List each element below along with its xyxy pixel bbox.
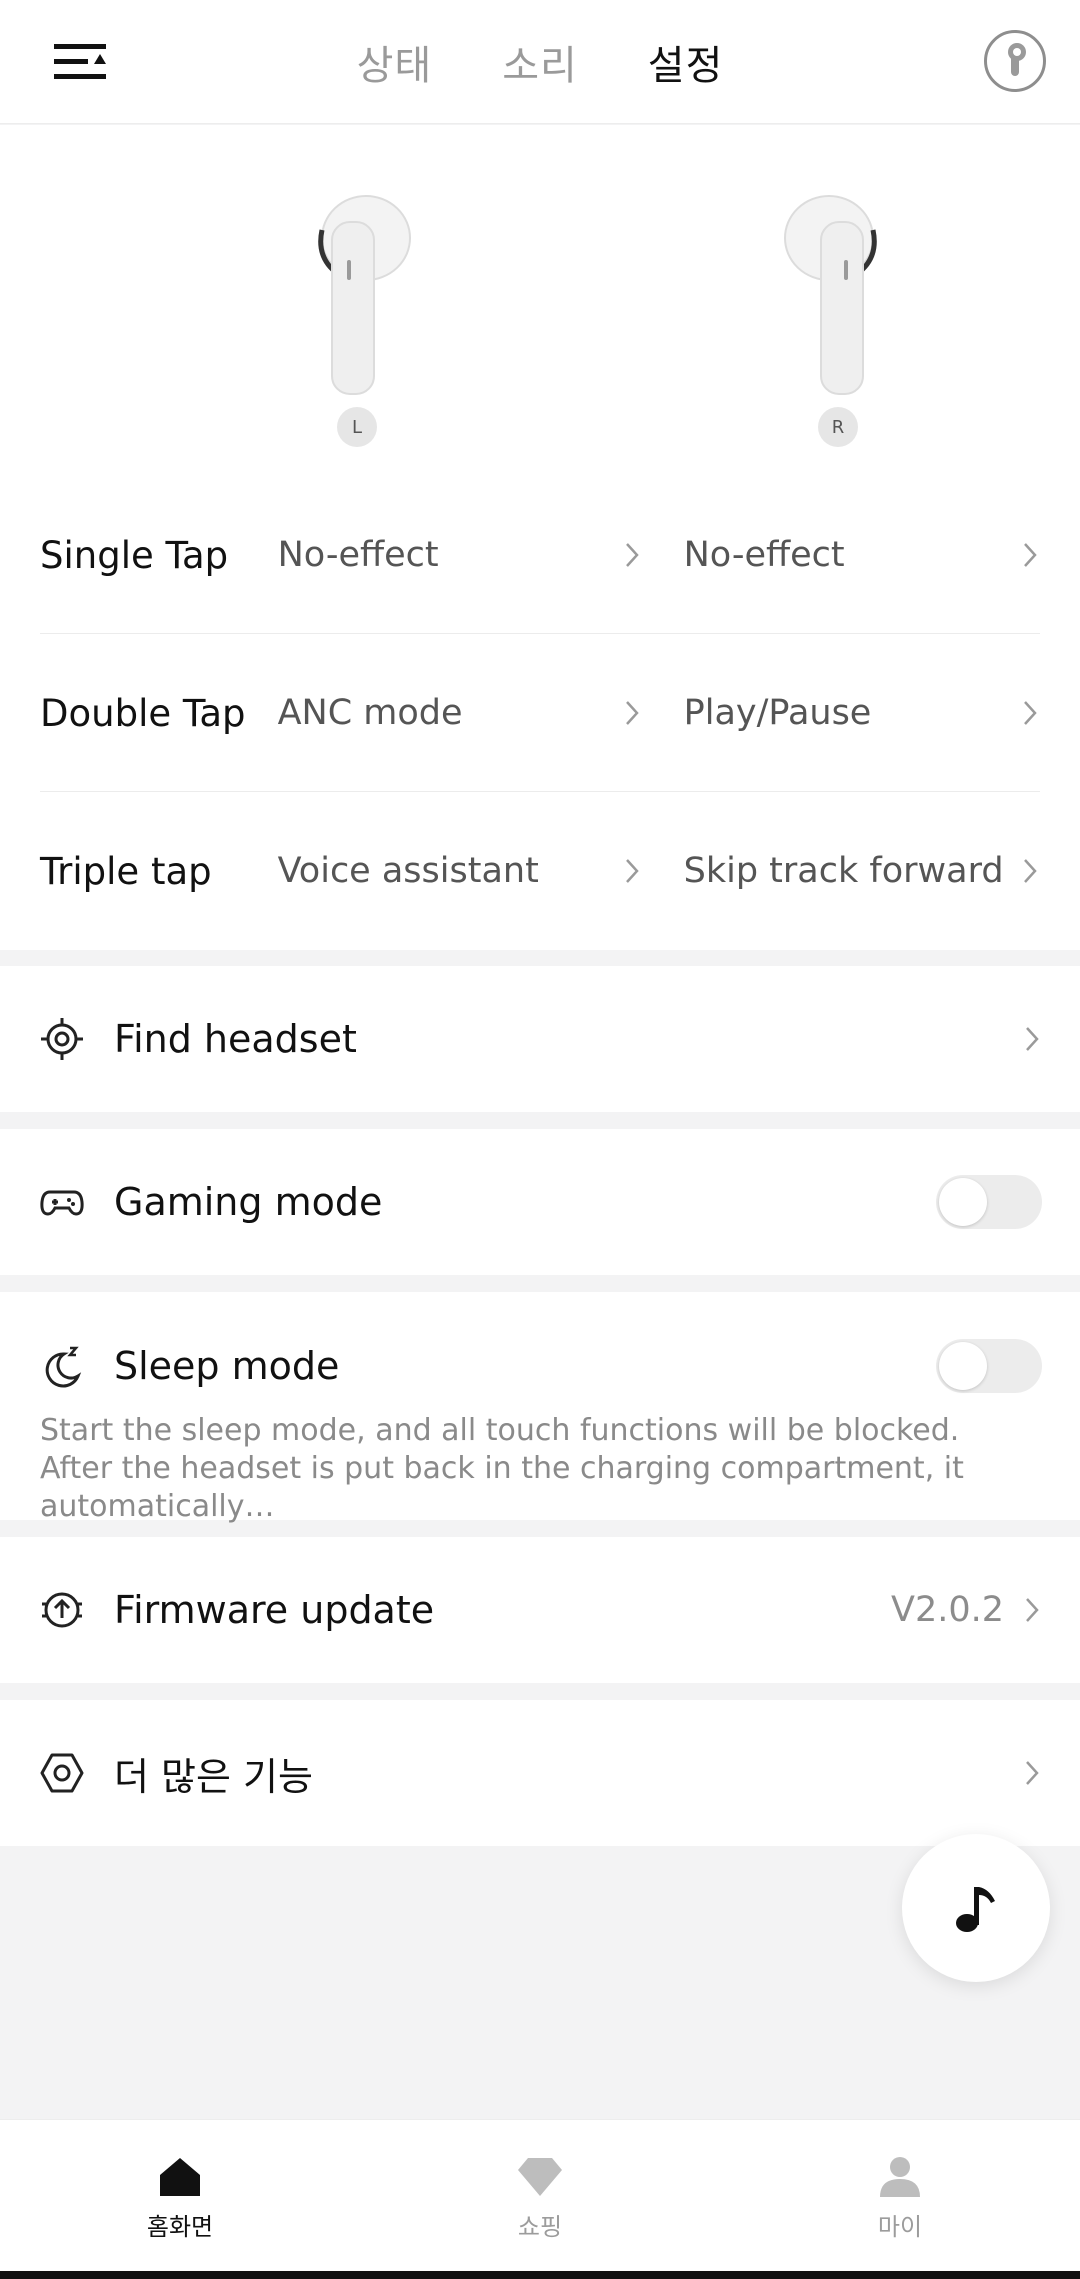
tap-value: Play/Pause (683, 693, 872, 733)
gaming-mode-toggle[interactable] (936, 1175, 1042, 1229)
gaming-mode-label: Gaming mode (114, 1180, 383, 1224)
gaming-mode-card: Gaming mode (0, 1129, 1080, 1275)
triple-tap-row: Triple tap Voice assistant Skip track fo… (40, 792, 1040, 950)
music-note-icon (956, 1887, 995, 1932)
hexagon-settings-icon (40, 1753, 84, 1793)
moon-icon (45, 1346, 82, 1388)
firmware-update-card[interactable]: Firmware update V2.0.2 (0, 1537, 1080, 1683)
earbud-icon (1008, 43, 1026, 76)
tap-name: Double Tap (40, 691, 246, 735)
single-tap-left-setting[interactable]: No-effect (278, 535, 642, 575)
chevron-right-icon (625, 701, 639, 725)
double-tap-left-setting[interactable]: ANC mode (278, 693, 642, 733)
top-bar: 상태 소리 설정 (0, 0, 1080, 124)
sleep-mode-label: Sleep mode (114, 1344, 340, 1388)
right-earbud-image (784, 195, 877, 395)
triple-tap-right-setting[interactable]: Skip track forward (684, 851, 1040, 891)
top-tabs: 상태 소리 설정 (0, 0, 1080, 124)
sleep-mode-description: Start the sleep mode, and all touch func… (40, 1413, 964, 1524)
chevron-right-icon (625, 543, 639, 567)
right-earbud-badge: R (818, 407, 858, 447)
tap-value: ANC mode (277, 693, 463, 733)
more-features-label: 더 많은 기능 (114, 1754, 313, 1799)
menu-button[interactable] (40, 30, 120, 94)
chevron-right-icon (1024, 859, 1037, 883)
system-nav-bar (0, 2271, 1080, 2279)
tap-value: Skip track forward (683, 851, 1004, 891)
more-features-card[interactable]: 더 많은 기능 (0, 1700, 1080, 1846)
firmware-version: V2.0.2 (891, 1590, 1004, 1630)
single-tap-row: Single Tap No-effect No-effect (40, 476, 1040, 634)
sleep-mode-toggle[interactable] (936, 1339, 1042, 1393)
tap-value: No-effect (683, 535, 845, 575)
home-icon (160, 2158, 200, 2196)
double-tap-row: Double Tap ANC mode Play/Pause (40, 634, 1040, 792)
sleep-mode-card: Sleep mode Start the sleep mode, and all… (0, 1292, 1080, 1524)
tap-value: Voice assistant (277, 851, 539, 891)
firmware-upload-icon (42, 1592, 82, 1628)
tab-sound[interactable]: 소리 (502, 33, 578, 91)
firmware-update-label: Firmware update (114, 1588, 435, 1632)
shopping-icon (518, 2158, 562, 2196)
nav-label: 쇼핑 (517, 2213, 563, 2241)
chevron-right-icon (1026, 1027, 1039, 1051)
profile-icon (880, 2157, 920, 2197)
tap-settings-panel: L R Single Tap No-effect No-effect Doubl… (0, 125, 1080, 950)
tap-name: Single Tap (40, 533, 229, 577)
device-button[interactable] (984, 30, 1046, 92)
gamepad-icon (40, 1190, 84, 1216)
tab-status[interactable]: 상태 (357, 33, 433, 91)
target-icon (41, 1018, 83, 1060)
nav-profile[interactable]: 마이 (720, 2120, 1080, 2271)
menu-icon (54, 44, 106, 79)
left-earbud-badge: L (337, 407, 377, 447)
find-headset-card[interactable]: Find headset (0, 966, 1080, 1112)
chevron-right-icon (1024, 701, 1037, 725)
single-tap-right-setting[interactable]: No-effect (684, 535, 1040, 575)
chevron-right-icon (1026, 1598, 1039, 1622)
nav-shopping[interactable]: 쇼핑 (360, 2120, 720, 2271)
left-earbud-image (318, 195, 411, 395)
toggle-knob (939, 1342, 987, 1390)
nav-label: 마이 (877, 2213, 923, 2241)
nav-home[interactable]: 홈화면 (0, 2120, 360, 2271)
chevron-right-icon (1024, 543, 1037, 567)
music-player-button[interactable] (902, 1834, 1050, 1982)
nav-label: 홈화면 (146, 2213, 214, 2241)
toggle-knob (939, 1178, 987, 1226)
chevron-right-icon (625, 859, 639, 883)
find-headset-label: Find headset (114, 1017, 357, 1061)
chevron-right-icon (1026, 1761, 1039, 1785)
double-tap-right-setting[interactable]: Play/Pause (684, 693, 1040, 733)
tap-name: Triple tap (40, 849, 212, 893)
tab-settings[interactable]: 설정 (648, 33, 724, 91)
tap-value: No-effect (277, 535, 439, 575)
bottom-navigation: 홈화면 쇼핑 마이 (0, 2119, 1080, 2271)
triple-tap-left-setting[interactable]: Voice assistant (278, 851, 642, 891)
